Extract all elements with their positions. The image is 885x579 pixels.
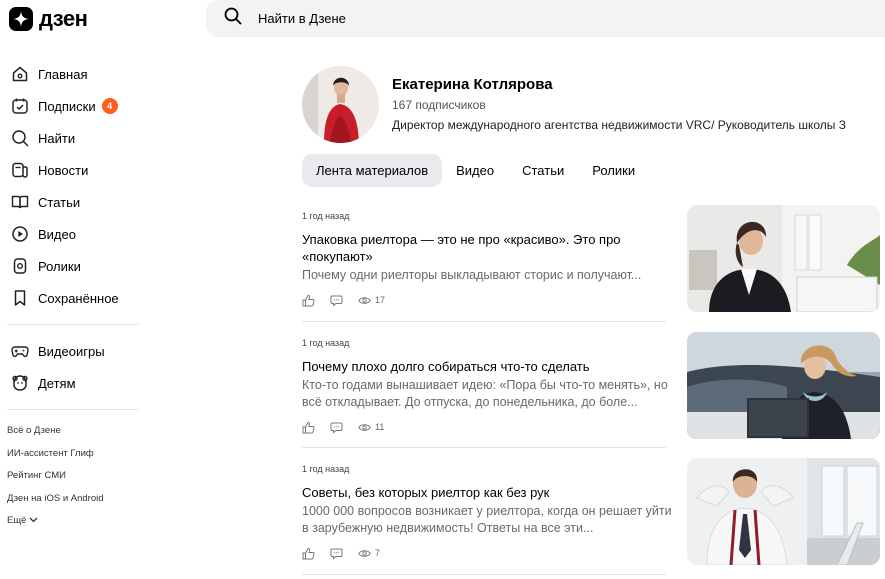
footer-link-apps[interactable]: Дзен на iOS и Android	[0, 488, 140, 511]
views-count: 17	[375, 295, 386, 305]
post-actions: 11	[302, 420, 384, 434]
sidebar-item-label: Найти	[38, 130, 76, 146]
search-icon	[10, 128, 30, 148]
news-icon	[10, 160, 30, 180]
comment-icon	[330, 295, 343, 307]
comment-button[interactable]	[330, 293, 343, 307]
post-time: 1 год назад	[302, 211, 350, 221]
sidebar-item-label: Видеоигры	[38, 343, 105, 359]
post-thumbnail[interactable]	[687, 205, 880, 312]
views-counter: 17	[358, 293, 385, 307]
feed-post[interactable]: 1 год назад Советы, без которых риелтор …	[302, 458, 885, 575]
sidebar-item-video[interactable]: Видео	[0, 218, 140, 250]
post-divider	[302, 574, 666, 575]
gamepad-icon	[10, 341, 30, 361]
post-snippet: Почему одни риелторы выкладывают сторис …	[302, 268, 642, 282]
post-thumbnail[interactable]	[687, 458, 880, 565]
sidebar: Главная Подписки 4 Найти Новости Статьи …	[0, 58, 140, 533]
sidebar-item-articles[interactable]: Статьи	[0, 186, 140, 218]
views-counter: 7	[358, 546, 380, 560]
search-icon	[224, 7, 242, 30]
eye-icon	[358, 549, 371, 557]
video-icon	[10, 224, 30, 244]
like-button[interactable]	[302, 546, 315, 560]
home-icon	[10, 64, 30, 84]
tab-shorts[interactable]: Ролики	[578, 154, 649, 187]
profile-name: Екатерина Котлярова	[392, 76, 553, 93]
sidebar-item-news[interactable]: Новости	[0, 154, 140, 186]
post-divider	[302, 321, 666, 322]
post-time: 1 год назад	[302, 338, 350, 348]
articles-icon	[10, 192, 30, 212]
like-button[interactable]	[302, 420, 315, 434]
sidebar-item-label: Главная	[38, 66, 88, 82]
views-counter: 11	[358, 420, 384, 434]
post-snippet: Кто-то годами вынашивает идею: «Пора бы …	[302, 378, 668, 409]
sidebar-item-label: Статьи	[38, 194, 81, 210]
feed-post[interactable]: 1 год назад Почему плохо долго собиратьс…	[302, 332, 885, 449]
thumb-up-icon	[302, 294, 315, 306]
footer-link-assistant[interactable]: ИИ-ассистент Глиф	[0, 443, 140, 466]
tab-articles[interactable]: Статьи	[508, 154, 578, 187]
profile-avatar[interactable]	[302, 66, 379, 143]
thumb-up-icon	[302, 421, 315, 433]
sidebar-item-subscriptions[interactable]: Подписки 4	[0, 90, 140, 122]
sidebar-item-shorts[interactable]: Ролики	[0, 250, 140, 282]
comment-icon	[330, 422, 343, 434]
sidebar-item-label: Ролики	[38, 258, 81, 274]
sidebar-divider	[7, 409, 139, 410]
footer-more-button[interactable]: Ещё	[0, 510, 140, 533]
bookmark-icon	[10, 288, 30, 308]
post-time: 1 год назад	[302, 464, 350, 474]
search-input[interactable]: Найти в Дзене	[258, 11, 346, 26]
post-title[interactable]: Упаковка риелтора — это не про «красиво»…	[302, 231, 667, 265]
eye-icon	[358, 423, 371, 431]
comment-icon	[330, 548, 343, 560]
tab-feed[interactable]: Лента материалов	[302, 154, 443, 187]
post-actions: 7	[302, 546, 380, 560]
sidebar-item-kids[interactable]: Детям	[0, 367, 140, 399]
comment-button[interactable]	[330, 546, 343, 560]
sidebar-item-label: Новости	[38, 162, 89, 178]
profile-bio: Директор международного агентства недвиж…	[392, 118, 847, 132]
sidebar-divider	[7, 324, 139, 325]
shorts-icon	[10, 256, 30, 276]
comment-button[interactable]	[330, 420, 343, 434]
views-count: 11	[375, 422, 385, 432]
notification-badge: 4	[101, 98, 118, 114]
profile-tabs: Лента материалов Видео Статьи Ролики	[302, 154, 649, 187]
post-divider	[302, 447, 666, 448]
post-title[interactable]: Советы, без которых риелтор как без рук	[302, 484, 667, 501]
chevron-down-icon	[29, 515, 38, 526]
post-snippet: 1000 000 вопросов возникает у риелтора, …	[302, 504, 672, 535]
views-count: 7	[375, 548, 381, 558]
post-thumbnail[interactable]	[687, 332, 880, 439]
sidebar-item-label: Сохранённое	[38, 290, 119, 306]
logo-text: дзен	[39, 6, 88, 31]
eye-icon	[358, 296, 371, 304]
feed-post[interactable]: 1 год назад Упаковка риелтора — это не п…	[302, 205, 885, 322]
like-button[interactable]	[302, 293, 315, 307]
kids-icon	[10, 373, 30, 393]
post-actions: 17	[302, 293, 385, 307]
footer-link-about[interactable]: Всё о Дзене	[0, 420, 140, 443]
sidebar-item-home[interactable]: Главная	[0, 58, 140, 90]
sidebar-item-saved[interactable]: Сохранённое	[0, 282, 140, 314]
post-title[interactable]: Почему плохо долго собираться что-то сде…	[302, 358, 667, 375]
sidebar-item-label: Детям	[38, 375, 76, 391]
footer-link-rating[interactable]: Рейтинг СМИ	[0, 465, 140, 488]
sidebar-item-label: Видео	[38, 226, 76, 242]
tab-video[interactable]: Видео	[442, 154, 508, 187]
sidebar-item-games[interactable]: Видеоигры	[0, 335, 140, 367]
dzen-logo[interactable]: дзен	[9, 6, 88, 32]
sidebar-item-label: Подписки	[38, 98, 96, 114]
search-bar[interactable]: Найти в Дзене	[206, 0, 885, 37]
dzen-logo-icon	[9, 7, 33, 31]
thumb-up-icon	[302, 547, 315, 559]
profile-subscribers: 167 подписчиков	[392, 98, 486, 112]
more-label: Ещё	[7, 515, 27, 526]
sidebar-item-search[interactable]: Найти	[0, 122, 140, 154]
subscriptions-icon	[10, 96, 30, 116]
